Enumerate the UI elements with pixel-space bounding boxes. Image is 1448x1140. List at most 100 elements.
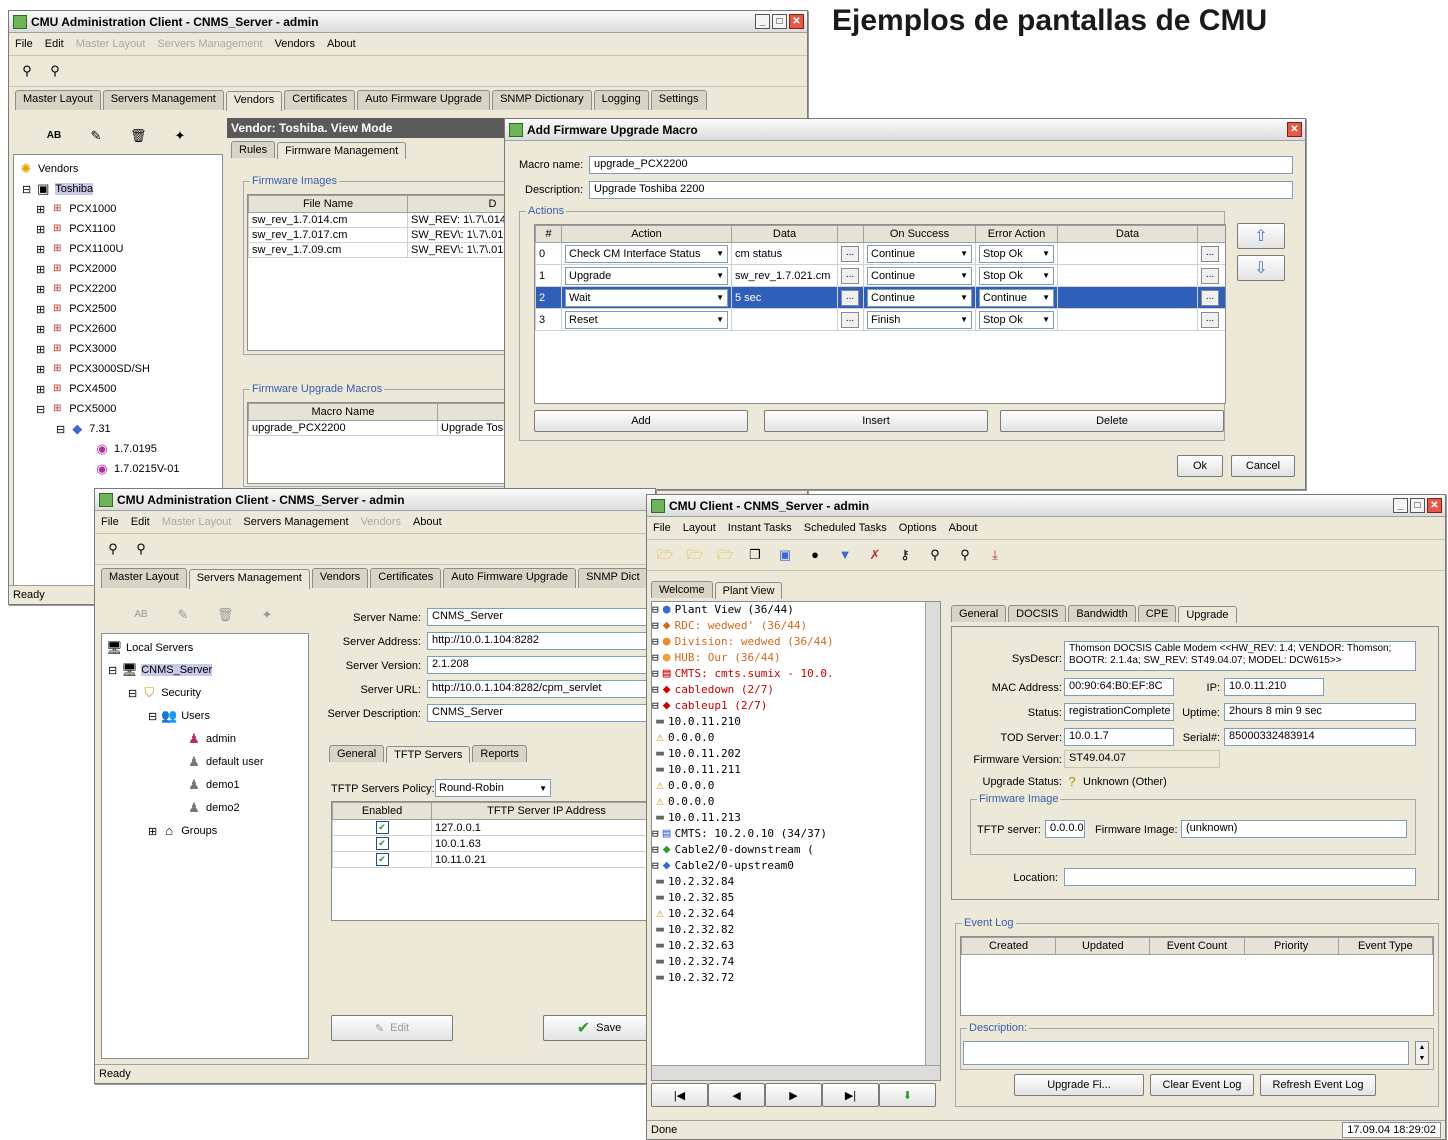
tab-tftp-servers[interactable]: TFTP Servers — [386, 746, 471, 763]
expand-icon[interactable]: ⊞ — [36, 243, 45, 256]
collapse-icon[interactable]: ⊟ — [652, 603, 659, 616]
col-header[interactable] — [837, 225, 864, 243]
tree-node[interactable]: ⊟ ▤ CMTS: cmts.sumix - 10.0. — [652, 666, 940, 682]
col-header[interactable]: Data — [1057, 225, 1198, 243]
tree-node-user[interactable]: ♟ demo1 — [186, 777, 239, 793]
location-field[interactable] — [1064, 868, 1416, 886]
tab-welcome[interactable]: Welcome — [651, 581, 713, 598]
tree-node[interactable]: ▬ 10.2.32.85 — [652, 890, 940, 906]
error-action-select[interactable]: Continue — [979, 288, 1054, 307]
tab-certificates[interactable]: Certificates — [370, 568, 442, 588]
pencil-icon[interactable]: ✎ — [88, 128, 104, 144]
data2-cell[interactable] — [1057, 264, 1198, 287]
uptime-field[interactable]: 2hours 8 min 9 sec — [1224, 703, 1416, 721]
tab-bandwidth[interactable]: Bandwidth — [1068, 605, 1136, 622]
expand-icon[interactable]: ⊞ — [36, 263, 45, 276]
tree-node[interactable]: ⊟ ◆ RDC: wedwed' (36/44) — [652, 618, 940, 634]
on-success-select[interactable]: Continue — [867, 266, 972, 285]
insert-button[interactable]: Insert — [764, 410, 988, 432]
go-button[interactable]: ⬇ — [879, 1083, 936, 1107]
browse-button[interactable]: ... — [1201, 311, 1219, 328]
ok-button[interactable]: Ok — [1177, 455, 1223, 477]
tab-snmp-dict[interactable]: SNMP Dict — [578, 568, 648, 588]
tree-node-model[interactable]: ⊞ ⊞ PCX2600 — [36, 321, 116, 337]
tree-node-model[interactable]: ⊞ ⊞ PCX1100U — [36, 241, 123, 257]
tree-node[interactable]: ⊟ ◆ Cable2/0-upstream0 — [652, 858, 940, 874]
pencil-icon[interactable]: ✎ — [175, 607, 191, 623]
tab-certificates[interactable]: Certificates — [284, 90, 356, 110]
title-bar[interactable]: CMU Client - CNMS_Server - admin _ □ ✕ — [647, 495, 1445, 517]
new-icon[interactable]: ✦ — [259, 607, 275, 623]
import-icon[interactable]: ⤓ — [987, 547, 1003, 563]
server-version-input[interactable]: 2.1.208 — [427, 656, 655, 674]
tree-node-firmware[interactable]: ◉ 1.7.0215V-01 — [94, 461, 179, 477]
sort-icon[interactable]: AB — [46, 128, 62, 144]
expand-icon[interactable]: ⊞ — [36, 383, 45, 396]
find-next-icon[interactable]: ⚲ — [133, 541, 149, 557]
binoculars-icon[interactable]: ⚲ — [19, 63, 35, 79]
table-row[interactable]: upgrade_PCX2200 Upgrade Toshi — [248, 420, 510, 436]
error-action-select[interactable]: Stop Ok — [979, 266, 1054, 285]
col-header[interactable]: Data — [731, 225, 838, 243]
vertical-scrollbar[interactable] — [925, 602, 940, 1080]
menu-file[interactable]: File — [653, 522, 671, 534]
tree-node-model[interactable]: ⊞ ⊞ PCX3000 — [36, 341, 116, 357]
tree-node[interactable]: ▬ 10.2.32.63 — [652, 938, 940, 954]
expand-icon[interactable]: ⊞ — [148, 825, 157, 838]
tree-node-user[interactable]: ♟ demo2 — [186, 800, 239, 816]
tree-node[interactable]: ⚠ 0.0.0.0 — [652, 778, 940, 794]
expand-icon[interactable]: ⊞ — [36, 203, 45, 216]
tree-node[interactable]: ⚠ 0.0.0.0 — [652, 794, 940, 810]
menu-vendors[interactable]: Vendors — [275, 38, 315, 50]
col-enabled[interactable]: Enabled — [332, 802, 432, 820]
tree-node-model[interactable]: ⊞ ⊞ PCX3000SD/SH — [36, 361, 150, 377]
tab-reports[interactable]: Reports — [472, 745, 527, 762]
tree-node[interactable]: ▬ 10.2.32.74 — [652, 954, 940, 970]
copy-icon[interactable]: ❐ — [747, 547, 763, 563]
action-select[interactable]: Check CM Interface Status — [565, 244, 728, 263]
error-action-select[interactable]: Stop Ok — [979, 310, 1054, 329]
collapse-icon[interactable]: ⊟ — [148, 710, 157, 723]
tree-node-toshiba[interactable]: ⊟ ▣ Toshiba — [22, 181, 94, 197]
tod-server-field[interactable]: 10.0.1.7 — [1064, 728, 1174, 746]
enabled-checkbox[interactable]: ✔ — [375, 821, 389, 834]
tab-servers-management[interactable]: Servers Management — [188, 569, 310, 589]
macro-name-input[interactable]: upgrade_PCX2200 — [589, 156, 1293, 174]
browse-button[interactable]: ... — [841, 311, 859, 328]
collapse-icon[interactable]: ⊟ — [56, 423, 65, 436]
tree-node[interactable]: ▬ 10.0.11.210 — [652, 714, 940, 730]
menu-edit[interactable]: Edit — [45, 38, 64, 50]
description-field[interactable] — [963, 1041, 1409, 1065]
collapse-icon[interactable]: ⊟ — [652, 683, 659, 696]
tree-node-model[interactable]: ⊞ ⊞ PCX1000 — [36, 201, 116, 217]
tab-general[interactable]: General — [329, 745, 385, 762]
col-macro-name[interactable]: Macro Name — [248, 403, 438, 421]
collapse-icon[interactable]: ⊟ — [652, 667, 659, 680]
data-cell[interactable]: cm status — [731, 242, 838, 265]
description-spinner[interactable]: ▲ ▼ — [1415, 1041, 1429, 1065]
menu-master-layout[interactable]: Master Layout — [76, 38, 146, 50]
tree-node[interactable]: ⊟ ● HUB: Our (36/44) — [652, 650, 940, 666]
binoculars-icon[interactable]: ⚲ — [105, 541, 121, 557]
browse-button[interactable]: ... — [841, 267, 859, 284]
title-bar[interactable]: CMU Administration Client - CNMS_Server … — [95, 489, 655, 511]
menu-servers-management[interactable]: Servers Management — [243, 516, 348, 528]
tree-node[interactable]: ⚠ 0.0.0.0 — [652, 730, 940, 746]
table-row[interactable]: sw_rev_1.7.014.cm SW_REV: 1\.7\.014 — [248, 212, 510, 228]
ip-field[interactable]: 10.0.11.210 — [1224, 678, 1324, 696]
refresh-event-log-button[interactable]: Refresh Event Log — [1260, 1074, 1376, 1096]
tree-node[interactable]: ▬ 10.2.32.84 — [652, 874, 940, 890]
server-description-input[interactable]: CNMS_Server — [427, 704, 655, 722]
data-cell[interactable] — [731, 308, 838, 331]
tab-master-layout[interactable]: Master Layout — [15, 90, 101, 110]
tree-node[interactable]: ⊟ ◆ cabledown (2/7) — [652, 682, 940, 698]
expand-icon[interactable]: ⊞ — [36, 323, 45, 336]
col-macro-desc[interactable] — [437, 403, 510, 421]
tree-node[interactable]: ⊟ ● Plant View (36/44) — [652, 602, 940, 618]
menu-edit[interactable]: Edit — [131, 516, 150, 528]
minimize-button[interactable]: _ — [755, 14, 770, 29]
error-action-select[interactable]: Stop Ok — [979, 244, 1054, 263]
tree-node-user[interactable]: ♟ admin — [186, 731, 236, 747]
sysdescr-field[interactable]: Thomson DOCSIS Cable Modem <<HW_REV: 1.4… — [1064, 641, 1416, 671]
enabled-checkbox[interactable]: ✔ — [375, 837, 389, 850]
